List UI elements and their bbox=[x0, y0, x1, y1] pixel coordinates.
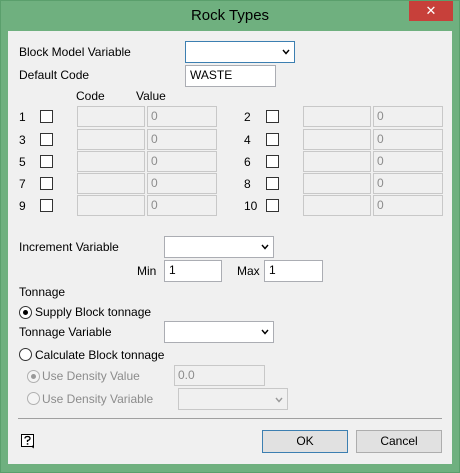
increment-variable-label: Increment Variable bbox=[19, 240, 119, 254]
value-field[interactable]: 0 bbox=[147, 129, 217, 150]
block-model-variable-label: Block Model Variable bbox=[19, 45, 131, 59]
row-number: 7 bbox=[19, 177, 26, 191]
tonnage-section-label: Tonnage bbox=[19, 285, 66, 299]
chevron-down-icon bbox=[275, 397, 283, 403]
code-field[interactable] bbox=[77, 129, 145, 150]
row-number: 2 bbox=[244, 110, 251, 124]
value-field[interactable]: 0 bbox=[147, 151, 217, 172]
row-number: 5 bbox=[19, 155, 26, 169]
chevron-down-icon bbox=[282, 49, 290, 55]
row-checkbox[interactable] bbox=[266, 177, 279, 190]
row-number: 10 bbox=[244, 199, 258, 213]
row-number: 3 bbox=[19, 133, 26, 147]
row-checkbox[interactable] bbox=[40, 155, 53, 168]
value-field[interactable]: 0 bbox=[373, 173, 443, 194]
value-field[interactable]: 0 bbox=[373, 106, 443, 127]
cancel-button[interactable]: Cancel bbox=[356, 430, 442, 453]
code-field[interactable] bbox=[77, 195, 145, 216]
use-density-variable-label: Use Density Variable bbox=[42, 392, 154, 406]
code-field[interactable] bbox=[77, 106, 145, 127]
row-number: 1 bbox=[19, 110, 26, 124]
min-label: Min bbox=[137, 264, 157, 278]
close-button[interactable]: ✕ bbox=[409, 1, 453, 21]
code-field[interactable] bbox=[77, 173, 145, 194]
value-field[interactable]: 0 bbox=[147, 106, 217, 127]
use-density-variable-radio[interactable] bbox=[27, 392, 40, 405]
dialog-body: Block Model Variable Default Code WASTE … bbox=[8, 31, 452, 464]
row-checkbox[interactable] bbox=[266, 155, 279, 168]
value-field[interactable]: 0 bbox=[373, 129, 443, 150]
default-code-label: Default Code bbox=[19, 68, 90, 82]
value-field[interactable]: 0 bbox=[147, 195, 217, 216]
dialog-window: Rock Types ✕ Block Model Variable Defaul… bbox=[0, 0, 460, 473]
code-field[interactable] bbox=[303, 106, 371, 127]
window-title: Rock Types bbox=[190, 7, 270, 24]
density-variable-select[interactable] bbox=[178, 388, 288, 410]
code-field[interactable] bbox=[303, 151, 371, 172]
row-number: 4 bbox=[244, 133, 251, 147]
footer-divider bbox=[18, 418, 442, 419]
use-density-value-label: Use Density Value bbox=[42, 369, 140, 383]
max-label: Max bbox=[237, 264, 260, 278]
code-column-header: Code bbox=[76, 89, 105, 103]
use-density-value-radio[interactable] bbox=[27, 370, 40, 383]
code-field[interactable] bbox=[303, 173, 371, 194]
help-icon bbox=[21, 434, 34, 449]
default-code-input[interactable]: WASTE bbox=[185, 65, 276, 87]
chevron-down-icon bbox=[261, 329, 269, 335]
calculate-block-tonnage-radio[interactable] bbox=[19, 348, 32, 361]
row-checkbox[interactable] bbox=[40, 177, 53, 190]
block-model-variable-select[interactable] bbox=[185, 41, 295, 63]
row-number: 9 bbox=[19, 199, 26, 213]
row-checkbox[interactable] bbox=[40, 199, 53, 212]
density-value-input[interactable]: 0.0 bbox=[174, 365, 265, 386]
supply-block-tonnage-label: Supply Block tonnage bbox=[35, 305, 152, 319]
supply-block-tonnage-radio[interactable] bbox=[19, 306, 32, 319]
row-checkbox[interactable] bbox=[40, 110, 53, 123]
row-checkbox[interactable] bbox=[40, 133, 53, 146]
value-field[interactable]: 0 bbox=[373, 151, 443, 172]
value-column-header: Value bbox=[136, 89, 166, 103]
tonnage-variable-label: Tonnage Variable bbox=[19, 325, 112, 339]
row-checkbox[interactable] bbox=[266, 133, 279, 146]
tonnage-variable-select[interactable] bbox=[164, 321, 274, 343]
code-field[interactable] bbox=[303, 129, 371, 150]
code-field[interactable] bbox=[303, 195, 371, 216]
row-checkbox[interactable] bbox=[266, 110, 279, 123]
ok-button[interactable]: OK bbox=[262, 430, 348, 453]
calculate-block-tonnage-label: Calculate Block tonnage bbox=[35, 348, 165, 362]
title-bar[interactable]: Rock Types ✕ bbox=[1, 1, 459, 31]
help-button[interactable] bbox=[20, 433, 36, 449]
close-icon: ✕ bbox=[425, 3, 437, 18]
min-input[interactable]: 1 bbox=[164, 260, 222, 282]
row-number: 6 bbox=[244, 155, 251, 169]
max-input[interactable]: 1 bbox=[264, 260, 323, 282]
value-field[interactable]: 0 bbox=[373, 195, 443, 216]
code-field[interactable] bbox=[77, 151, 145, 172]
value-field[interactable]: 0 bbox=[147, 173, 217, 194]
increment-variable-select[interactable] bbox=[164, 236, 274, 258]
chevron-down-icon bbox=[261, 244, 269, 250]
row-checkbox[interactable] bbox=[266, 199, 279, 212]
row-number: 8 bbox=[244, 177, 251, 191]
